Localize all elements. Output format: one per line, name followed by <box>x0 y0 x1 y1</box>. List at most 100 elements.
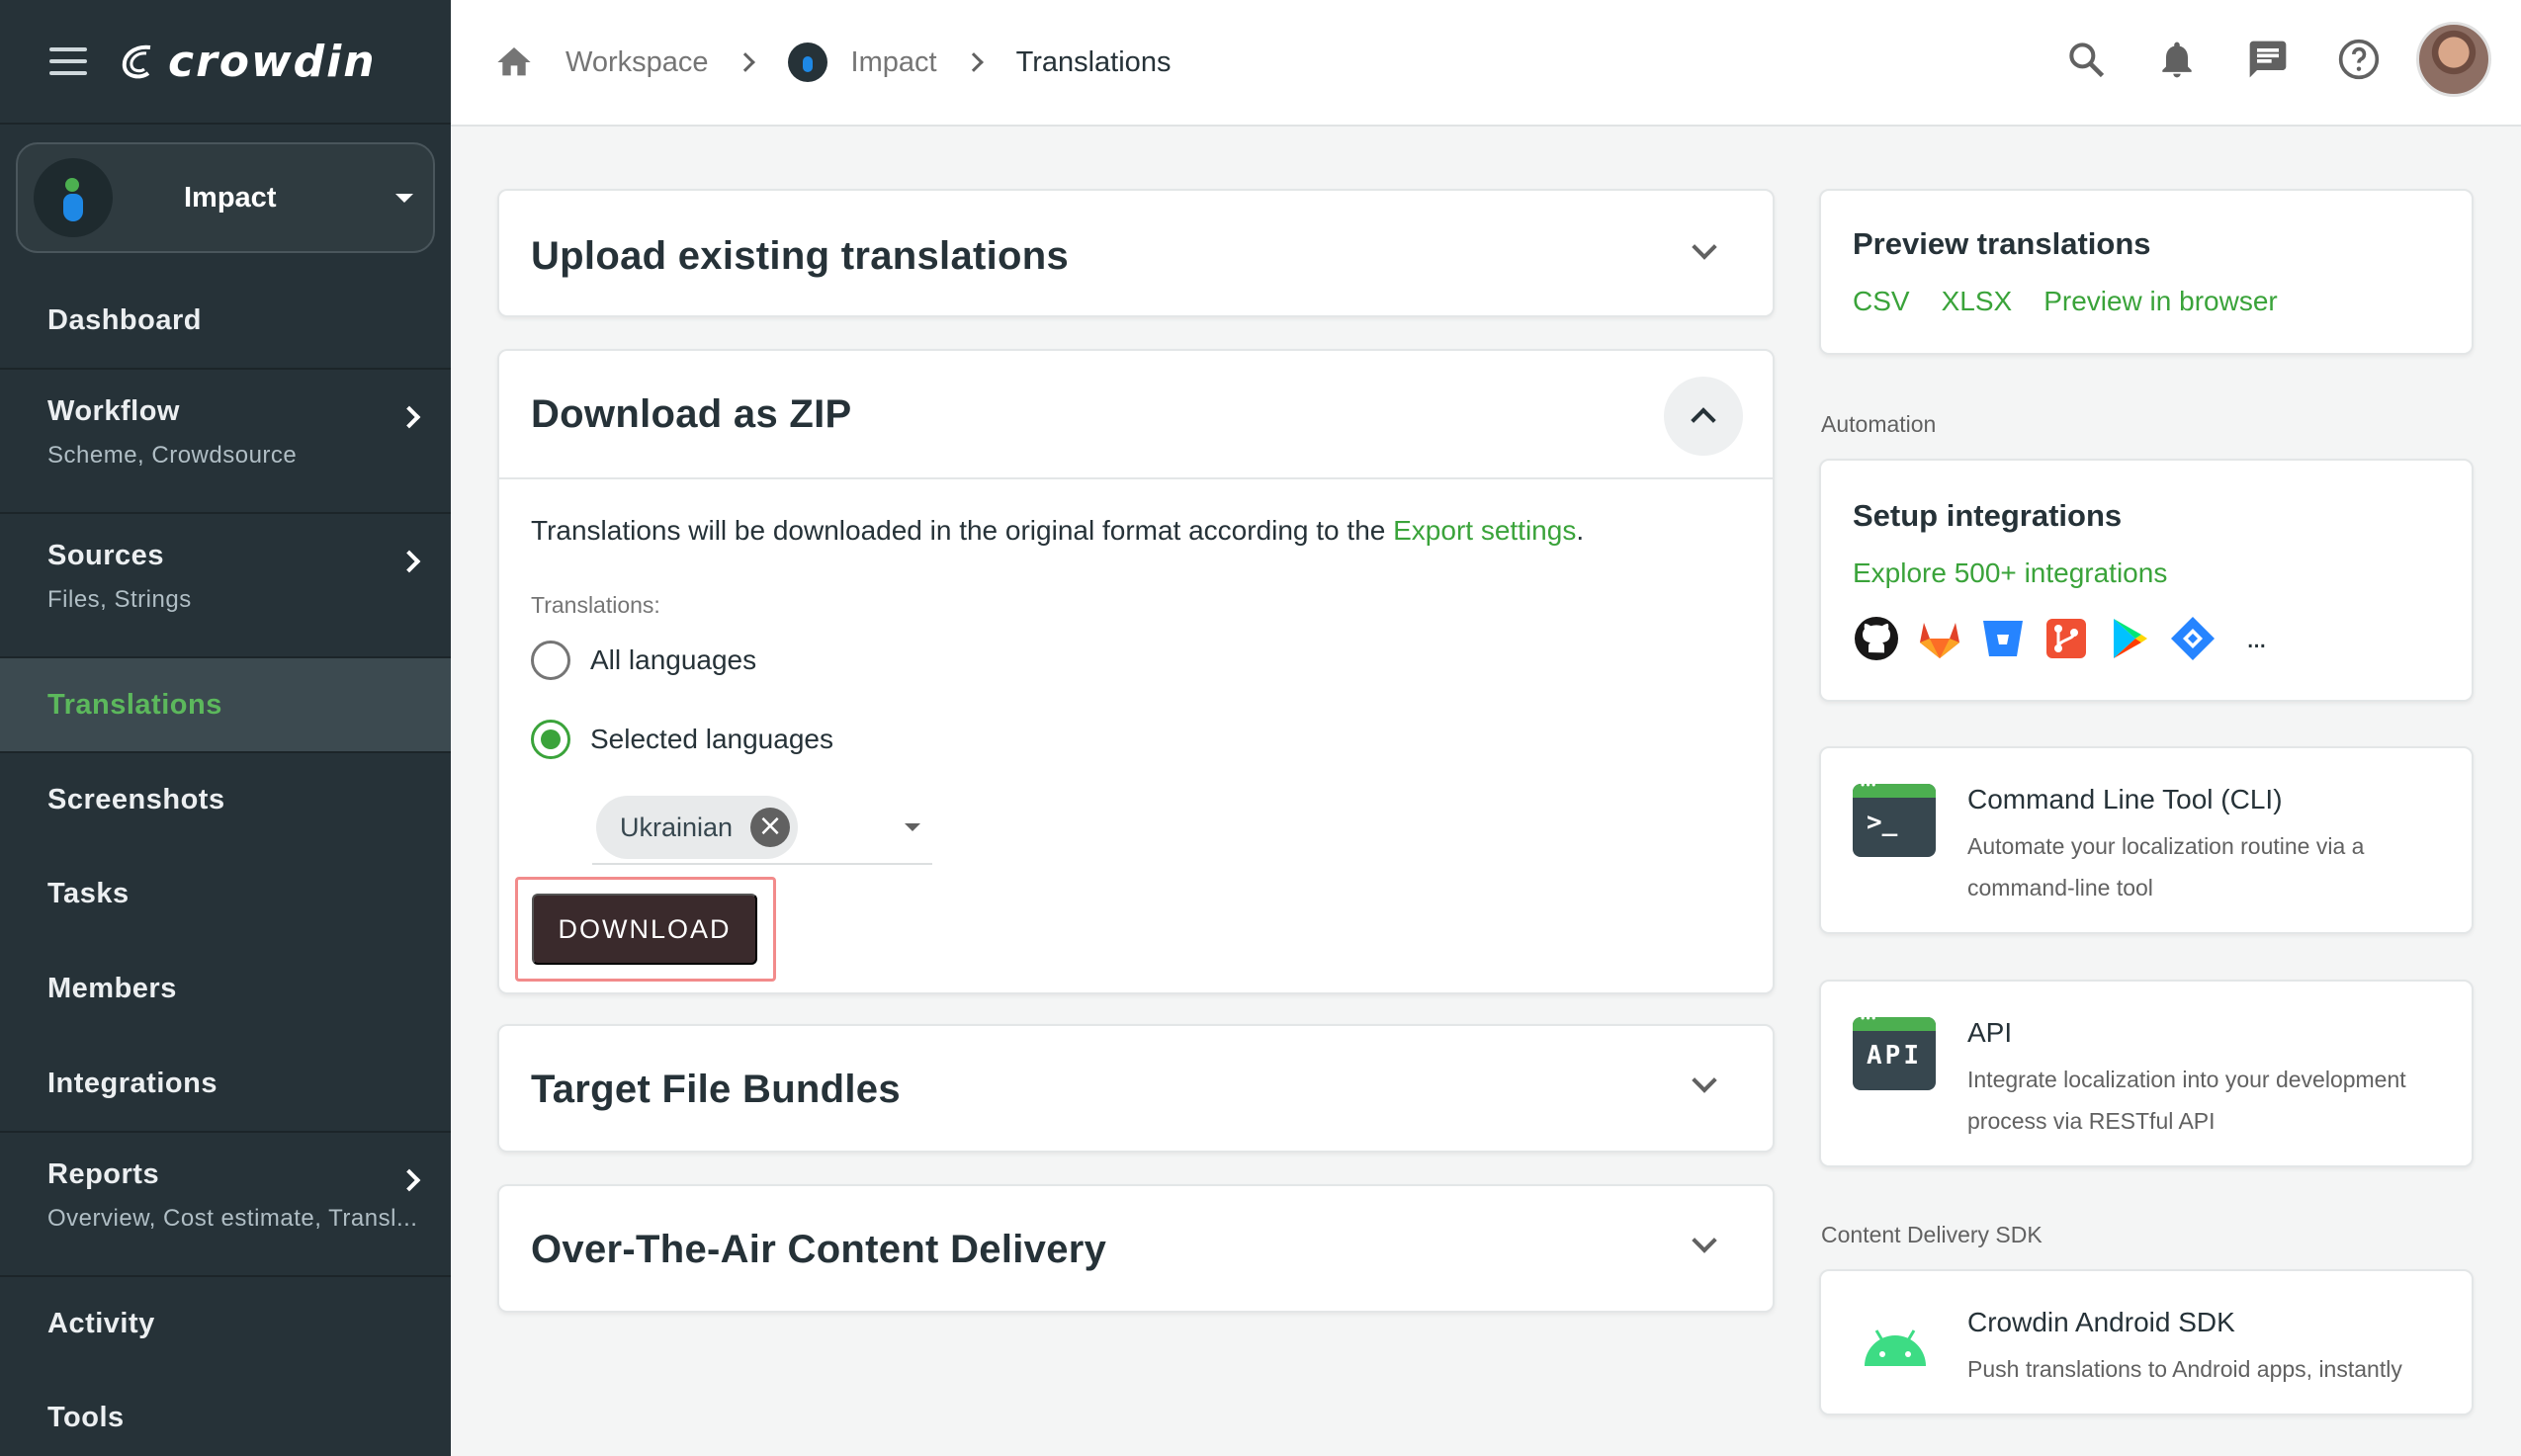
sidebar-nav: Dashboard Workflow Scheme, Crowdsource S… <box>0 273 451 1456</box>
preview-links: CSV XLSX Preview in browser <box>1853 286 2309 317</box>
radio-unchecked-icon <box>531 641 570 680</box>
google-play-icon[interactable] <box>2106 615 2153 662</box>
sidebar-item-reports[interactable]: Reports Overview, Cost estimate, Transl.… <box>0 1131 451 1275</box>
preview-translations-card: Preview translations CSV XLSX Preview in… <box>1819 189 2474 355</box>
sidebar-item-sources[interactable]: Sources Files, Strings <box>0 512 451 656</box>
api-icon: API <box>1853 1017 1936 1090</box>
integration-icons: ... <box>1853 615 2267 662</box>
project-switcher[interactable]: Impact <box>16 142 435 253</box>
cli-card[interactable]: >_ Command Line Tool (CLI) Automate your… <box>1819 746 2474 934</box>
sidebar-item-integrations[interactable]: Integrations <box>0 1036 451 1131</box>
preview-csv-link[interactable]: CSV <box>1853 286 1910 317</box>
sidebar-item-label: Tasks <box>47 877 130 909</box>
preview-xlsx-link[interactable]: XLSX <box>1942 286 2013 317</box>
sidebar-item-activity[interactable]: Activity <box>0 1275 451 1370</box>
breadcrumb-current: Translations <box>1016 46 1172 79</box>
api-card[interactable]: API API Integrate localization into your… <box>1819 980 2474 1167</box>
sidebar-item-sub: Scheme, Crowdsource <box>47 442 298 469</box>
sidebar-item-label: Screenshots <box>47 783 225 815</box>
android-sdk-card[interactable]: Crowdin Android SDK Push translations to… <box>1819 1269 2474 1415</box>
upload-translations-card[interactable]: Upload existing translations <box>497 189 1775 317</box>
chevron-down-icon[interactable] <box>1692 234 1717 260</box>
sidebar-item-label: Integrations <box>47 1067 217 1099</box>
gitlab-icon[interactable] <box>1916 615 1963 662</box>
chevron-right-icon <box>963 52 984 72</box>
crowdin-logo-mark <box>122 44 151 79</box>
project-name: Impact <box>184 181 277 214</box>
preview-browser-link[interactable]: Preview in browser <box>2043 286 2278 317</box>
explore-integrations-link[interactable]: Explore 500+ integrations <box>1853 557 2167 589</box>
export-settings-link[interactable]: Export settings <box>1393 515 1576 546</box>
download-zip-card: Download as ZIP Translations will be dow… <box>497 349 1775 994</box>
sidebar-item-sub: Overview, Cost estimate, Transl... <box>47 1205 418 1232</box>
logo-text: crowdin <box>168 36 377 87</box>
sidebar-item-dashboard[interactable]: Dashboard <box>0 273 451 368</box>
terminal-icon-text: >_ <box>1867 808 1898 837</box>
breadcrumb-project[interactable]: Impact <box>787 43 937 82</box>
git-icon[interactable] <box>2043 615 2090 662</box>
user-avatar[interactable] <box>2416 22 2491 97</box>
chevron-down-icon[interactable] <box>1692 1228 1717 1253</box>
sidebar-item-label: Translations <box>47 688 222 721</box>
target-file-bundles-title: Target File Bundles <box>531 1068 901 1111</box>
download-zip-description: Translations will be downloaded in the o… <box>531 515 1584 547</box>
bitbucket-icon[interactable] <box>1979 615 2027 662</box>
radio-all-languages[interactable]: All languages <box>531 641 756 680</box>
sidebar-item-tasks[interactable]: Tasks <box>0 846 451 941</box>
download-zip-title: Download as ZIP <box>531 392 852 436</box>
download-zip-header[interactable]: Download as ZIP <box>499 351 1773 479</box>
breadcrumb-workspace-label: Workspace <box>565 45 709 78</box>
remove-chip-icon[interactable]: × <box>750 808 791 847</box>
chevron-right-icon <box>735 52 755 72</box>
sidebar-item-label: Sources <box>47 540 164 571</box>
search-icon[interactable] <box>2064 38 2108 81</box>
cli-description: Automate your localization routine via a… <box>1967 833 2365 900</box>
breadcrumb-current-label: Translations <box>1015 45 1172 78</box>
ota-content-delivery-title: Over-The-Air Content Delivery <box>531 1228 1107 1271</box>
sidebar-item-translations[interactable]: Translations <box>0 656 451 751</box>
download-button[interactable]: DOWNLOAD <box>532 894 757 965</box>
caret-down-icon <box>395 193 413 203</box>
sidebar-item-sub: Files, Strings <box>47 586 192 613</box>
help-icon[interactable] <box>2337 38 2381 81</box>
menu-icon[interactable] <box>49 47 87 75</box>
chevron-down-icon[interactable] <box>1692 1068 1717 1093</box>
caret-down-icon <box>905 823 920 831</box>
sidebar-item-members[interactable]: Members <box>0 941 451 1036</box>
terminal-icon: >_ <box>1853 784 1936 857</box>
upload-translations-title: Upload existing translations <box>531 234 1070 278</box>
radio-label: All languages <box>590 644 757 675</box>
target-file-bundles-card[interactable]: Target File Bundles <box>497 1024 1775 1153</box>
ota-content-delivery-card[interactable]: Over-The-Air Content Delivery <box>497 1184 1775 1313</box>
collapse-button[interactable] <box>1664 377 1743 456</box>
sidebar-item-screenshots[interactable]: Screenshots <box>0 751 451 846</box>
github-icon[interactable] <box>1853 615 1900 662</box>
sidebar-item-label: Dashboard <box>47 303 202 336</box>
more-integrations-icon[interactable]: ... <box>2246 622 2267 655</box>
setup-integrations-card: Setup integrations Explore 500+ integrat… <box>1819 459 2474 702</box>
sidebar-item-label: Tools <box>47 1401 125 1433</box>
home-icon[interactable] <box>494 43 534 82</box>
language-chip-label: Ukrainian <box>620 812 734 842</box>
project-icon <box>787 43 827 82</box>
jira-icon[interactable] <box>2169 615 2217 662</box>
description-text: Translations will be downloaded in the o… <box>531 515 1394 546</box>
sidebar-item-tools[interactable]: Tools <box>0 1370 451 1456</box>
sidebar-item-workflow[interactable]: Workflow Scheme, Crowdsource <box>0 368 451 512</box>
preview-translations-title: Preview translations <box>1853 226 2151 261</box>
chat-icon[interactable] <box>2246 38 2290 81</box>
api-icon-text: API <box>1867 1041 1922 1071</box>
radio-selected-languages[interactable]: Selected languages <box>531 720 833 759</box>
sidebar-item-label: Reports <box>47 1158 160 1190</box>
radio-label: Selected languages <box>590 724 833 754</box>
translations-field-label: Translations: <box>531 592 660 618</box>
breadcrumb-workspace[interactable]: Workspace <box>565 46 709 79</box>
project-avatar <box>34 158 113 237</box>
logo-bar: crowdin <box>0 0 451 125</box>
description-suffix: . <box>1576 515 1585 546</box>
crowdin-logo[interactable]: crowdin <box>117 37 377 87</box>
bell-icon[interactable] <box>2155 38 2199 81</box>
api-title: API <box>1967 1017 2013 1048</box>
language-select[interactable]: Ukrainian × <box>592 776 932 865</box>
breadcrumb-project-label: Impact <box>850 45 937 78</box>
